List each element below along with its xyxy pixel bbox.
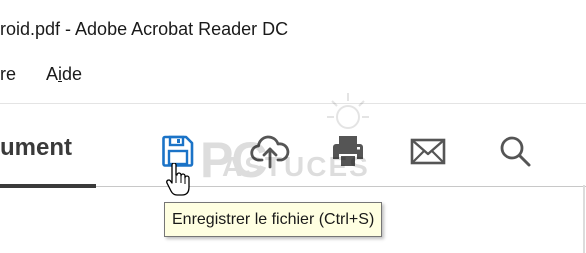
print-button[interactable]	[325, 128, 371, 174]
acrobat-window: roid.pdf - Adobe Acrobat Reader DC re Ai…	[0, 0, 586, 253]
save-tooltip: Enregistrer le fichier (Ctrl+S)	[164, 202, 383, 237]
email-button[interactable]	[405, 128, 451, 174]
search-button[interactable]	[492, 128, 538, 174]
printer-icon	[329, 133, 367, 169]
tab-document[interactable]: ument	[0, 134, 72, 162]
envelope-icon	[408, 134, 448, 168]
document-pane-edge	[583, 185, 585, 253]
magnifier-icon	[497, 133, 533, 169]
tab-active-indicator	[0, 184, 96, 188]
cloud-upload-icon	[250, 133, 290, 169]
toolbar: ument	[0, 103, 586, 188]
menu-item-aide[interactable]: Aide	[46, 64, 82, 85]
menu-bar: re Aide	[0, 44, 586, 88]
mouse-pointer-icon	[166, 162, 190, 197]
upload-button[interactable]	[247, 128, 293, 174]
title-bar[interactable]: roid.pdf - Adobe Acrobat Reader DC	[0, 0, 586, 44]
menu-item-partial[interactable]: re	[0, 64, 16, 85]
menu-aide-suffix: de	[62, 64, 83, 84]
window-title: roid.pdf - Adobe Acrobat Reader DC	[0, 19, 289, 39]
menu-aide-prefix: A	[46, 64, 59, 84]
